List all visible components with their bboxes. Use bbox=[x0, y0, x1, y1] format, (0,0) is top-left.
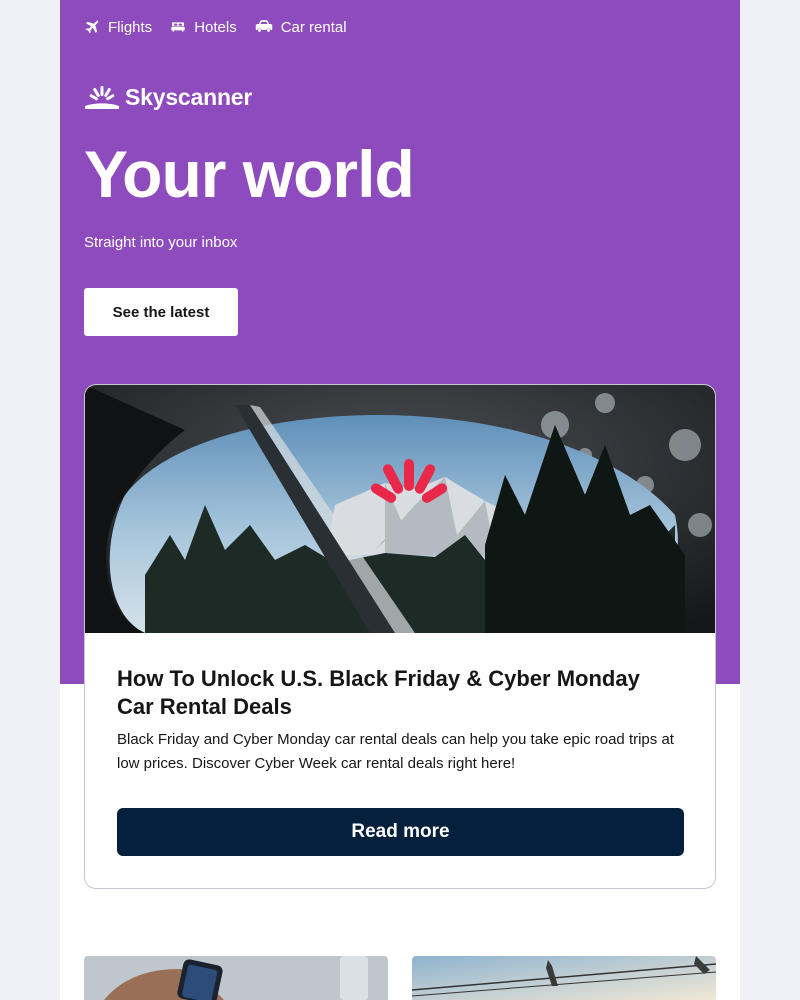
sunrise-logo-icon bbox=[85, 85, 119, 109]
hero-title: Your world bbox=[84, 137, 415, 211]
nav-flights-label: Flights bbox=[108, 18, 153, 36]
brand-name: Skyscanner bbox=[125, 84, 253, 110]
secondary-article-image-phone[interactable] bbox=[84, 956, 388, 1000]
secondary-article-image-ski-lift[interactable] bbox=[412, 956, 716, 1000]
plane-icon bbox=[85, 20, 99, 34]
bed-icon bbox=[171, 22, 185, 32]
see-the-latest-button[interactable]: See the latest bbox=[84, 288, 238, 336]
nav-car-rental-label: Car rental bbox=[280, 18, 347, 36]
car-mirror-mountain-photo[interactable] bbox=[85, 385, 716, 633]
skyscanner-logo[interactable]: Skyscanner bbox=[84, 84, 252, 111]
car-icon bbox=[255, 20, 272, 32]
nav-flights[interactable]: Flights bbox=[84, 19, 152, 36]
email-container: Flights Hotels Car rental Skyscanner You… bbox=[60, 0, 740, 1000]
article-card: How To Unlock U.S. Black Friday & Cyber … bbox=[84, 384, 716, 889]
article-body: Black Friday and Cyber Monday car rental… bbox=[117, 731, 674, 772]
nav-car-rental[interactable]: Car rental bbox=[255, 19, 347, 36]
read-more-button[interactable]: Read more bbox=[117, 808, 684, 856]
nav-hotels[interactable]: Hotels bbox=[170, 19, 237, 36]
nav-hotels-label: Hotels bbox=[194, 18, 237, 36]
top-nav: Flights Hotels Car rental bbox=[84, 16, 347, 38]
hero-subtitle: Straight into your inbox bbox=[84, 234, 238, 251]
article-title: How To Unlock U.S. Black Friday & Cyber … bbox=[117, 666, 640, 719]
